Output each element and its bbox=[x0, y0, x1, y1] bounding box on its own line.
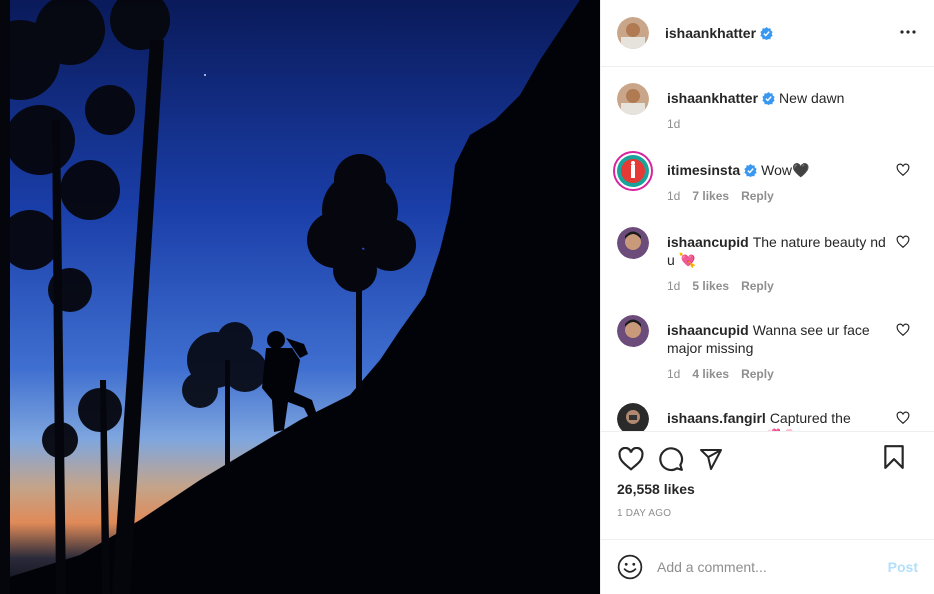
verified-badge-icon bbox=[760, 26, 773, 40]
avatar-image bbox=[617, 17, 649, 49]
add-comment-bar: Post bbox=[601, 539, 934, 594]
post-viewer: ishaankhatter ishaankhatter New dawn 1d … bbox=[0, 0, 934, 594]
bookmark-icon[interactable] bbox=[880, 443, 908, 471]
comment-body: ishaancupid Wanna see ur face major missi… bbox=[667, 315, 918, 403]
caption-meta: 1d bbox=[667, 115, 888, 133]
avatar-image bbox=[617, 315, 649, 347]
comment-item: ishaans.fangirlCaptured the beauty so we… bbox=[617, 403, 918, 431]
comment-body: ishaancupid The nature beauty nd u 💘 1d 5… bbox=[667, 227, 918, 315]
commenter-avatar[interactable] bbox=[617, 315, 649, 347]
caption-username[interactable]: ishaankhatter bbox=[667, 90, 758, 106]
caption-time[interactable]: 1d bbox=[667, 115, 680, 133]
avatar-image bbox=[617, 155, 649, 187]
post-timestamp[interactable]: 1 DAY AGO bbox=[617, 508, 918, 519]
post-header: ishaankhatter bbox=[601, 0, 934, 67]
verified-badge-icon bbox=[762, 92, 775, 105]
commenter-avatar[interactable] bbox=[617, 403, 649, 431]
comment-username[interactable]: ishaans.fangirl bbox=[667, 410, 766, 426]
post-actions: 26,558 likes 1 DAY AGO bbox=[601, 431, 934, 539]
comment-like-heart-icon[interactable] bbox=[896, 163, 910, 177]
author-avatar[interactable] bbox=[617, 17, 649, 49]
post-photo[interactable] bbox=[0, 0, 600, 594]
post-sidebar: ishaankhatter ishaankhatter New dawn 1d … bbox=[600, 0, 934, 594]
comment-meta: 1d 5 likes Reply bbox=[667, 277, 888, 295]
commenter-avatar[interactable] bbox=[617, 227, 649, 259]
comment-input[interactable] bbox=[657, 559, 888, 575]
caption-text: New dawn bbox=[779, 90, 845, 106]
verified-badge-icon bbox=[744, 164, 757, 177]
comment-like-heart-icon[interactable] bbox=[896, 323, 910, 337]
comments-list[interactable]: ishaankhatter New dawn 1d itimesinsta Wo… bbox=[601, 67, 934, 431]
comment-item: ishaancupid The nature beauty nd u 💘 1d 5… bbox=[617, 227, 918, 315]
comment-username[interactable]: itimesinsta bbox=[667, 162, 740, 178]
comment-item: ishaancupid Wanna see ur face major missi… bbox=[617, 315, 918, 403]
comment-username[interactable]: ishaancupid bbox=[667, 234, 749, 250]
comment-body: itimesinsta Wow🖤 1d 7 likes Reply bbox=[667, 155, 918, 227]
comment-likes[interactable]: 4 likes bbox=[692, 365, 729, 383]
commenter-avatar[interactable] bbox=[613, 151, 653, 191]
comment-item: itimesinsta Wow🖤 1d 7 likes Reply bbox=[613, 151, 918, 227]
caption-body: ishaankhatter New dawn 1d bbox=[667, 83, 918, 155]
post-comment-button[interactable]: Post bbox=[888, 559, 918, 575]
comment-like-heart-icon[interactable] bbox=[896, 235, 910, 249]
send-icon[interactable] bbox=[697, 445, 725, 473]
comment-like-heart-icon[interactable] bbox=[896, 411, 910, 425]
comment-username[interactable]: ishaancupid bbox=[667, 322, 749, 338]
author-avatar[interactable] bbox=[617, 83, 649, 115]
reply-button[interactable]: Reply bbox=[741, 365, 774, 383]
author-username[interactable]: ishaankhatter bbox=[665, 25, 756, 41]
avatar-image bbox=[617, 403, 649, 431]
comment-body: ishaans.fangirlCaptured the beauty so we… bbox=[667, 403, 918, 431]
comment-likes[interactable]: 7 likes bbox=[692, 187, 729, 205]
avatar-image bbox=[617, 227, 649, 259]
action-bar bbox=[617, 432, 918, 472]
reply-button[interactable]: Reply bbox=[741, 187, 774, 205]
comment-time[interactable]: 1d bbox=[667, 187, 680, 205]
comment-meta: 1d 4 likes Reply bbox=[667, 365, 888, 383]
comment-icon[interactable] bbox=[657, 445, 685, 473]
comment-time[interactable]: 1d bbox=[667, 277, 680, 295]
caption: ishaankhatter New dawn 1d bbox=[617, 83, 918, 155]
comment-time[interactable]: 1d bbox=[667, 365, 680, 383]
comment-meta: 1d 7 likes Reply bbox=[667, 187, 888, 205]
comment-text: Wow🖤 bbox=[761, 162, 810, 178]
reply-button[interactable]: Reply bbox=[741, 277, 774, 295]
heart-icon[interactable] bbox=[617, 445, 645, 473]
comment-likes[interactable]: 5 likes bbox=[692, 277, 729, 295]
silhouette-dawn-image bbox=[0, 0, 600, 594]
avatar-image bbox=[617, 83, 649, 115]
emoji-icon[interactable] bbox=[617, 554, 643, 580]
more-options-icon[interactable] bbox=[898, 22, 918, 42]
likes-count[interactable]: 26,558 likes bbox=[617, 481, 918, 497]
